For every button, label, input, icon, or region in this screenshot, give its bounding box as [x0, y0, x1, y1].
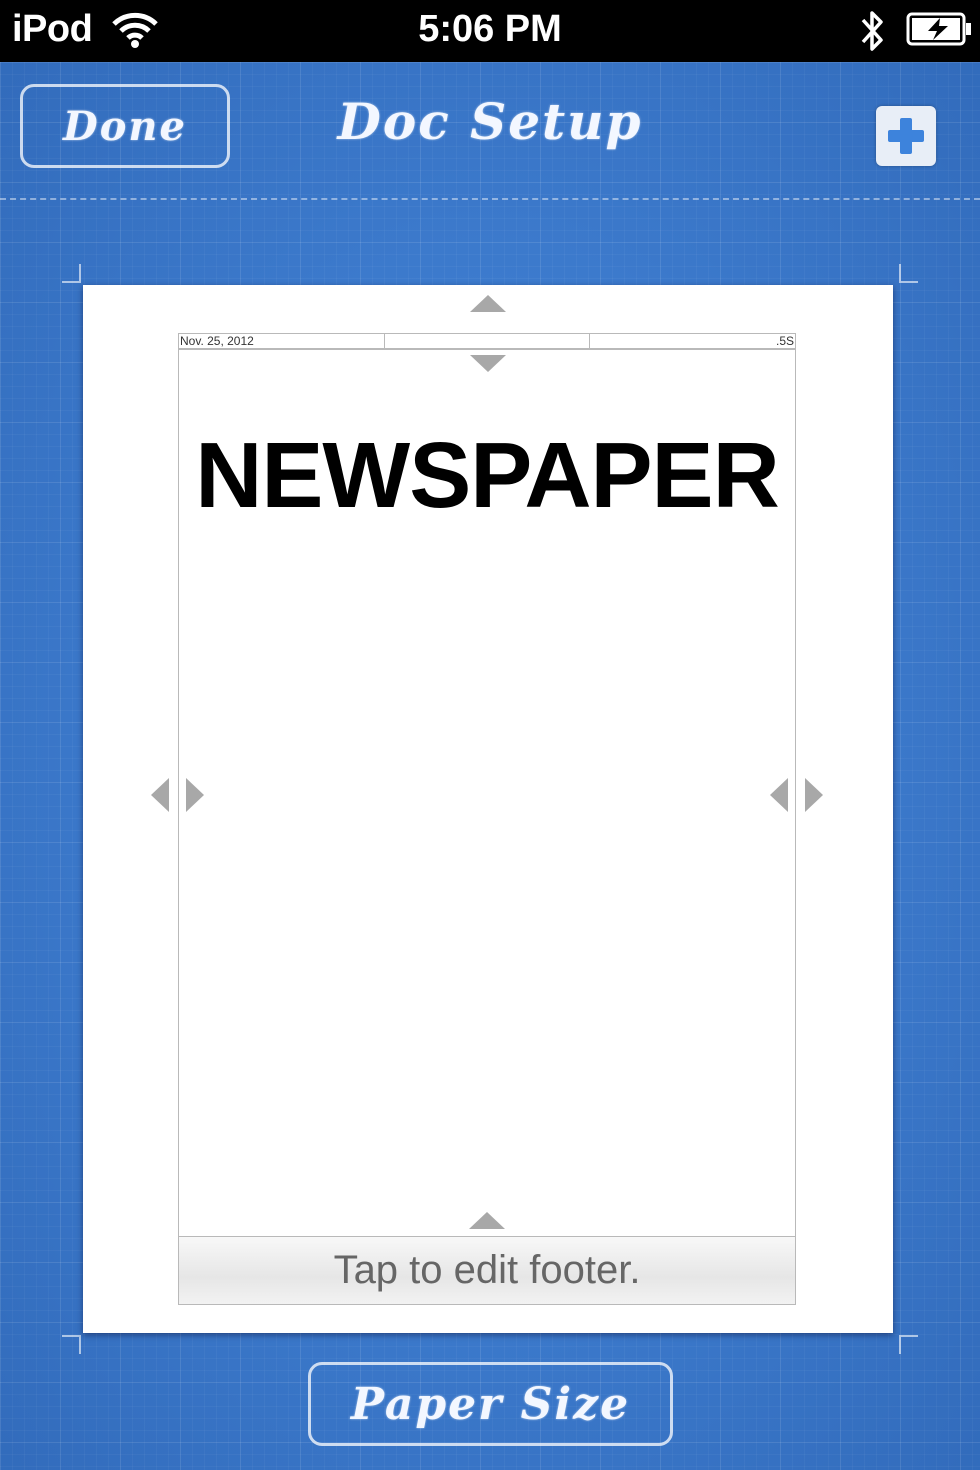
status-bar: iPod 5:06 PM	[0, 0, 980, 62]
top-margin-down-handle[interactable]	[470, 355, 506, 372]
crop-mark-icon	[62, 264, 81, 283]
paper-size-button[interactable]: Paper Size	[308, 1362, 673, 1446]
bluetooth-icon	[861, 11, 883, 51]
content-area: Nov. 25, 2012 .5S NEWSPAPER Tap to edit …	[178, 333, 796, 1305]
document-title: NEWSPAPER	[195, 423, 780, 527]
crop-mark-icon	[899, 1335, 918, 1354]
battery-charging-icon	[906, 12, 971, 46]
header-cell-right: .5S	[589, 334, 795, 348]
plus-icon	[888, 118, 924, 154]
crop-mark-icon	[62, 1335, 81, 1354]
add-button[interactable]	[876, 106, 936, 166]
clock-time: 5:06 PM	[418, 8, 562, 50]
blueprint-background: Done Doc Setup Nov. 25, 2012 .5S NEWSPAP…	[0, 62, 980, 1470]
document-page: Nov. 25, 2012 .5S NEWSPAPER Tap to edit …	[83, 285, 893, 1333]
bottom-margin-up-handle[interactable]	[469, 1212, 505, 1229]
done-button[interactable]: Done	[20, 84, 230, 168]
header-cell-center-left	[383, 334, 590, 348]
left-margin-right-handle[interactable]	[186, 778, 204, 812]
page-title: Doc Setup	[337, 92, 643, 151]
left-margin-left-handle[interactable]	[151, 778, 169, 812]
top-margin-up-handle[interactable]	[470, 295, 506, 312]
crop-mark-icon	[899, 264, 918, 283]
right-margin-right-handle[interactable]	[805, 778, 823, 812]
header-cell-left: Nov. 25, 2012	[180, 334, 254, 348]
right-margin-left-handle[interactable]	[770, 778, 788, 812]
page-header[interactable]: Nov. 25, 2012 .5S	[179, 334, 795, 350]
nav-divider	[0, 198, 980, 200]
footer-bar[interactable]: Tap to edit footer.	[179, 1236, 795, 1304]
